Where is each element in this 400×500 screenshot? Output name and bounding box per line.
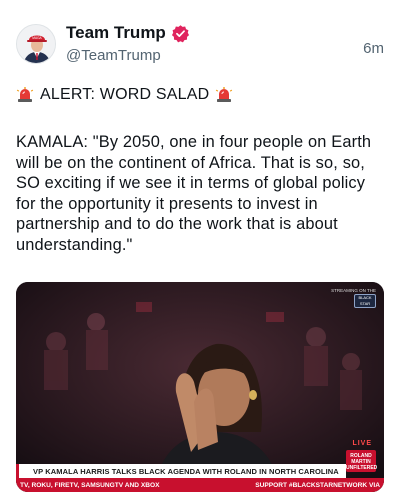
show-logo: ROLAND MARTIN UNFILTERED	[346, 450, 377, 472]
news-ticker: TV, ROKU, FIRETV, SAMSUNGTV AND XBOX SUP…	[16, 478, 384, 492]
display-name-row: Team Trump	[66, 22, 190, 44]
author-names: Team Trump @TeamTrump	[66, 22, 190, 64]
live-tag: LIVE	[352, 440, 372, 447]
lower-third: VP KAMALA HARRIS TALKS BLACK AGENDA WITH…	[16, 464, 346, 478]
profile-photo-icon: MAGA	[17, 25, 55, 63]
siren-icon	[16, 86, 34, 104]
video-headline: VP KAMALA HARRIS TALKS BLACK AGENDA WITH…	[33, 466, 339, 476]
display-name[interactable]: Team Trump	[66, 23, 166, 43]
ticker-right: SUPPORT #BLACKSTARNETWORK VIA	[255, 481, 380, 489]
alert-text: ALERT: WORD SALAD	[40, 86, 210, 103]
verified-badge-icon	[171, 24, 190, 43]
post-header: MAGA Team Trump @TeamTrump 6m	[16, 22, 384, 66]
timestamp[interactable]: 6m	[363, 40, 384, 57]
post-body: KAMALA: "By 2050, one in four people on …	[16, 133, 372, 254]
avatar[interactable]: MAGA	[16, 24, 56, 64]
handle[interactable]: @TeamTrump	[66, 47, 190, 64]
svg-text:MAGA: MAGA	[32, 36, 42, 40]
siren-icon	[215, 86, 233, 104]
video-frame	[16, 282, 384, 492]
watermark: STREAMING ON THE	[331, 288, 376, 293]
video-media[interactable]: STREAMING ON THE BLACK STAR LIVE ROLAND …	[16, 282, 384, 492]
ticker-left: TV, ROKU, FIRETV, SAMSUNGTV AND XBOX	[20, 481, 160, 489]
alert-line: ALERT: WORD SALAD	[16, 86, 233, 104]
network-logo: BLACK STAR	[354, 294, 376, 308]
